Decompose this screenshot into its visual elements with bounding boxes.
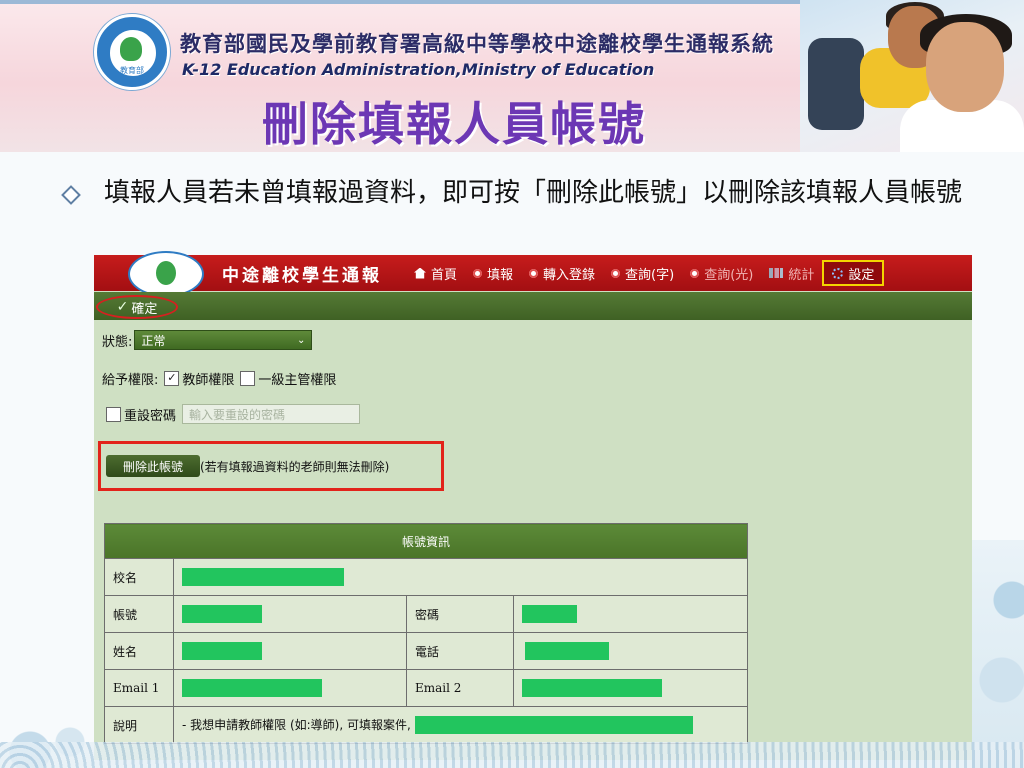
dot-icon [473, 268, 483, 278]
leaf-icon [120, 37, 142, 61]
admin-permission-checkbox[interactable] [240, 371, 256, 386]
nav-item-query-text[interactable]: 查詢(字) [603, 260, 682, 286]
note-label: 說明 [104, 706, 174, 744]
banner-photo [800, 0, 1024, 152]
nav-item-report[interactable]: 填報 [465, 260, 521, 286]
nav-item-statistics[interactable]: 統計 [761, 260, 822, 286]
check-icon: ✓ [116, 299, 129, 315]
dot-icon [611, 268, 621, 278]
page-title: 刪除填報人員帳號 [262, 97, 646, 151]
teacher-permission-checkbox[interactable]: ✓ [164, 371, 180, 386]
permissions-row: 給予權限: ✓ 教師權限 一級主管權限 [102, 369, 336, 388]
dot-icon [690, 268, 700, 278]
dot-icon [529, 268, 539, 278]
chevron-down-icon: ⌄ [297, 334, 306, 346]
nav-item-home[interactable]: 首頁 [406, 260, 465, 286]
permissions-label: 給予權限: [102, 373, 159, 388]
table-row: 校名 [104, 558, 748, 596]
reset-password-row: 重設密碼 輸入要重設的密碼 [102, 404, 361, 424]
home-icon [414, 267, 426, 279]
redacted-block [182, 679, 322, 697]
account-label: 帳號 [104, 595, 174, 633]
delete-account-button[interactable]: 刪除此帳號 [106, 455, 200, 477]
nav-item-label: 轉入登錄 [543, 267, 596, 283]
note-value: - 我想申請教師權限 (如:導師), 可填報案件, [173, 706, 748, 744]
phone-value [513, 632, 748, 670]
admin-permission-label: 一級主管權限 [258, 373, 337, 388]
school-label: 校名 [104, 558, 174, 596]
reset-password-checkbox[interactable] [106, 406, 121, 422]
status-row: 狀態: 正常 ⌄ [102, 330, 313, 350]
nav-item-query-light[interactable]: 查詢(光) [682, 260, 761, 286]
instruction-text: 填報人員若未曾填報過資料，即可按「刪除此帳號」以刪除該填報人員帳號 [104, 178, 963, 208]
app-logo [128, 251, 204, 297]
new-password-input[interactable]: 輸入要重設的密碼 [182, 404, 361, 424]
nav-item-label: 填報 [487, 267, 514, 283]
note-text: - 我想申請教師權限 (如:導師), 可填報案件, [182, 717, 411, 732]
password-label: 密碼 [406, 595, 514, 633]
email2-value [513, 669, 748, 707]
new-password-placeholder: 輸入要重設的密碼 [189, 407, 286, 422]
redacted-block [522, 679, 662, 697]
redacted-block [522, 605, 577, 623]
school-value [173, 558, 748, 596]
name-value [173, 632, 407, 670]
table-row: 姓名 電話 [104, 632, 748, 670]
header-banner: 教育部 教育部國民及學前教育署高級中等學校中途離校學生通報系統 K-12 Edu… [0, 0, 1024, 152]
redacted-block [182, 568, 344, 586]
nav-item-transfer[interactable]: 轉入登錄 [521, 260, 603, 286]
app-navbar: 中途離校學生通報 首頁 填報 轉入登錄 查詢(字) 查詢(光) 統計 設定 [94, 251, 972, 297]
chart-icon [769, 268, 784, 278]
redacted-block [182, 605, 262, 623]
leaf-icon [156, 261, 176, 285]
gear-icon [832, 267, 844, 279]
table-row: 帳號 密碼 [104, 595, 748, 633]
teacher-permission-label: 教師權限 [182, 373, 235, 388]
account-info-table: 帳號資訊 校名 帳號 密碼 姓名 電話 Email 1 Email 2 說明 -… [104, 523, 748, 744]
reset-password-label: 重設密碼 [124, 408, 177, 424]
email1-label: Email 1 [104, 669, 174, 707]
ministry-logo: 教育部 [94, 14, 170, 90]
status-select[interactable]: 正常 ⌄ [134, 330, 313, 350]
status-label: 狀態: [102, 334, 133, 350]
redacted-block [525, 642, 609, 660]
name-label: 姓名 [104, 632, 174, 670]
redacted-block [414, 716, 693, 735]
phone-label: 電話 [406, 632, 514, 670]
account-value [173, 595, 407, 633]
delete-note: (若有填報過資料的老師則無法刪除) [200, 460, 390, 474]
nav-item-label: 首頁 [431, 267, 458, 283]
table-row: 說明 - 我想申請教師權限 (如:導師), 可填報案件, [104, 706, 748, 744]
nav-item-settings[interactable]: 設定 [822, 260, 885, 286]
app-screenshot: 中途離校學生通報 首頁 填報 轉入登錄 查詢(字) 查詢(光) 統計 設定 ✓ … [94, 251, 972, 760]
nav-item-label: 查詢(光) [704, 267, 754, 283]
wave-decoration-bottom [0, 742, 1024, 768]
nav-item-label: 設定 [848, 267, 875, 283]
action-toolbar: ✓ 確定 [94, 292, 972, 320]
app-title: 中途離校學生通報 [222, 266, 382, 286]
email1-value [173, 669, 407, 707]
table-row: Email 1 Email 2 [104, 669, 748, 707]
delete-account-button-label: 刪除此帳號 [122, 459, 183, 474]
confirm-button[interactable]: ✓ 確定 [96, 295, 178, 319]
system-title-chinese: 教育部國民及學前教育署高級中等學校中途離校學生通報系統 [180, 31, 774, 56]
logo-seal-text: 教育部 [120, 66, 144, 75]
password-value [513, 595, 748, 633]
table-header: 帳號資訊 [104, 523, 748, 559]
nav-menu: 首頁 填報 轉入登錄 查詢(字) 查詢(光) 統計 設定 [406, 255, 885, 291]
system-title-english: K-12 Education Administration,Ministry o… [182, 60, 655, 79]
wave-decoration-right [972, 540, 1024, 768]
nav-item-label: 查詢(字) [625, 267, 675, 283]
nav-item-label: 統計 [788, 267, 815, 283]
redacted-block [182, 642, 262, 660]
confirm-button-label: 確定 [131, 301, 158, 317]
status-value: 正常 [141, 333, 166, 348]
diamond-bullet-icon [61, 185, 81, 205]
email2-label: Email 2 [406, 669, 514, 707]
